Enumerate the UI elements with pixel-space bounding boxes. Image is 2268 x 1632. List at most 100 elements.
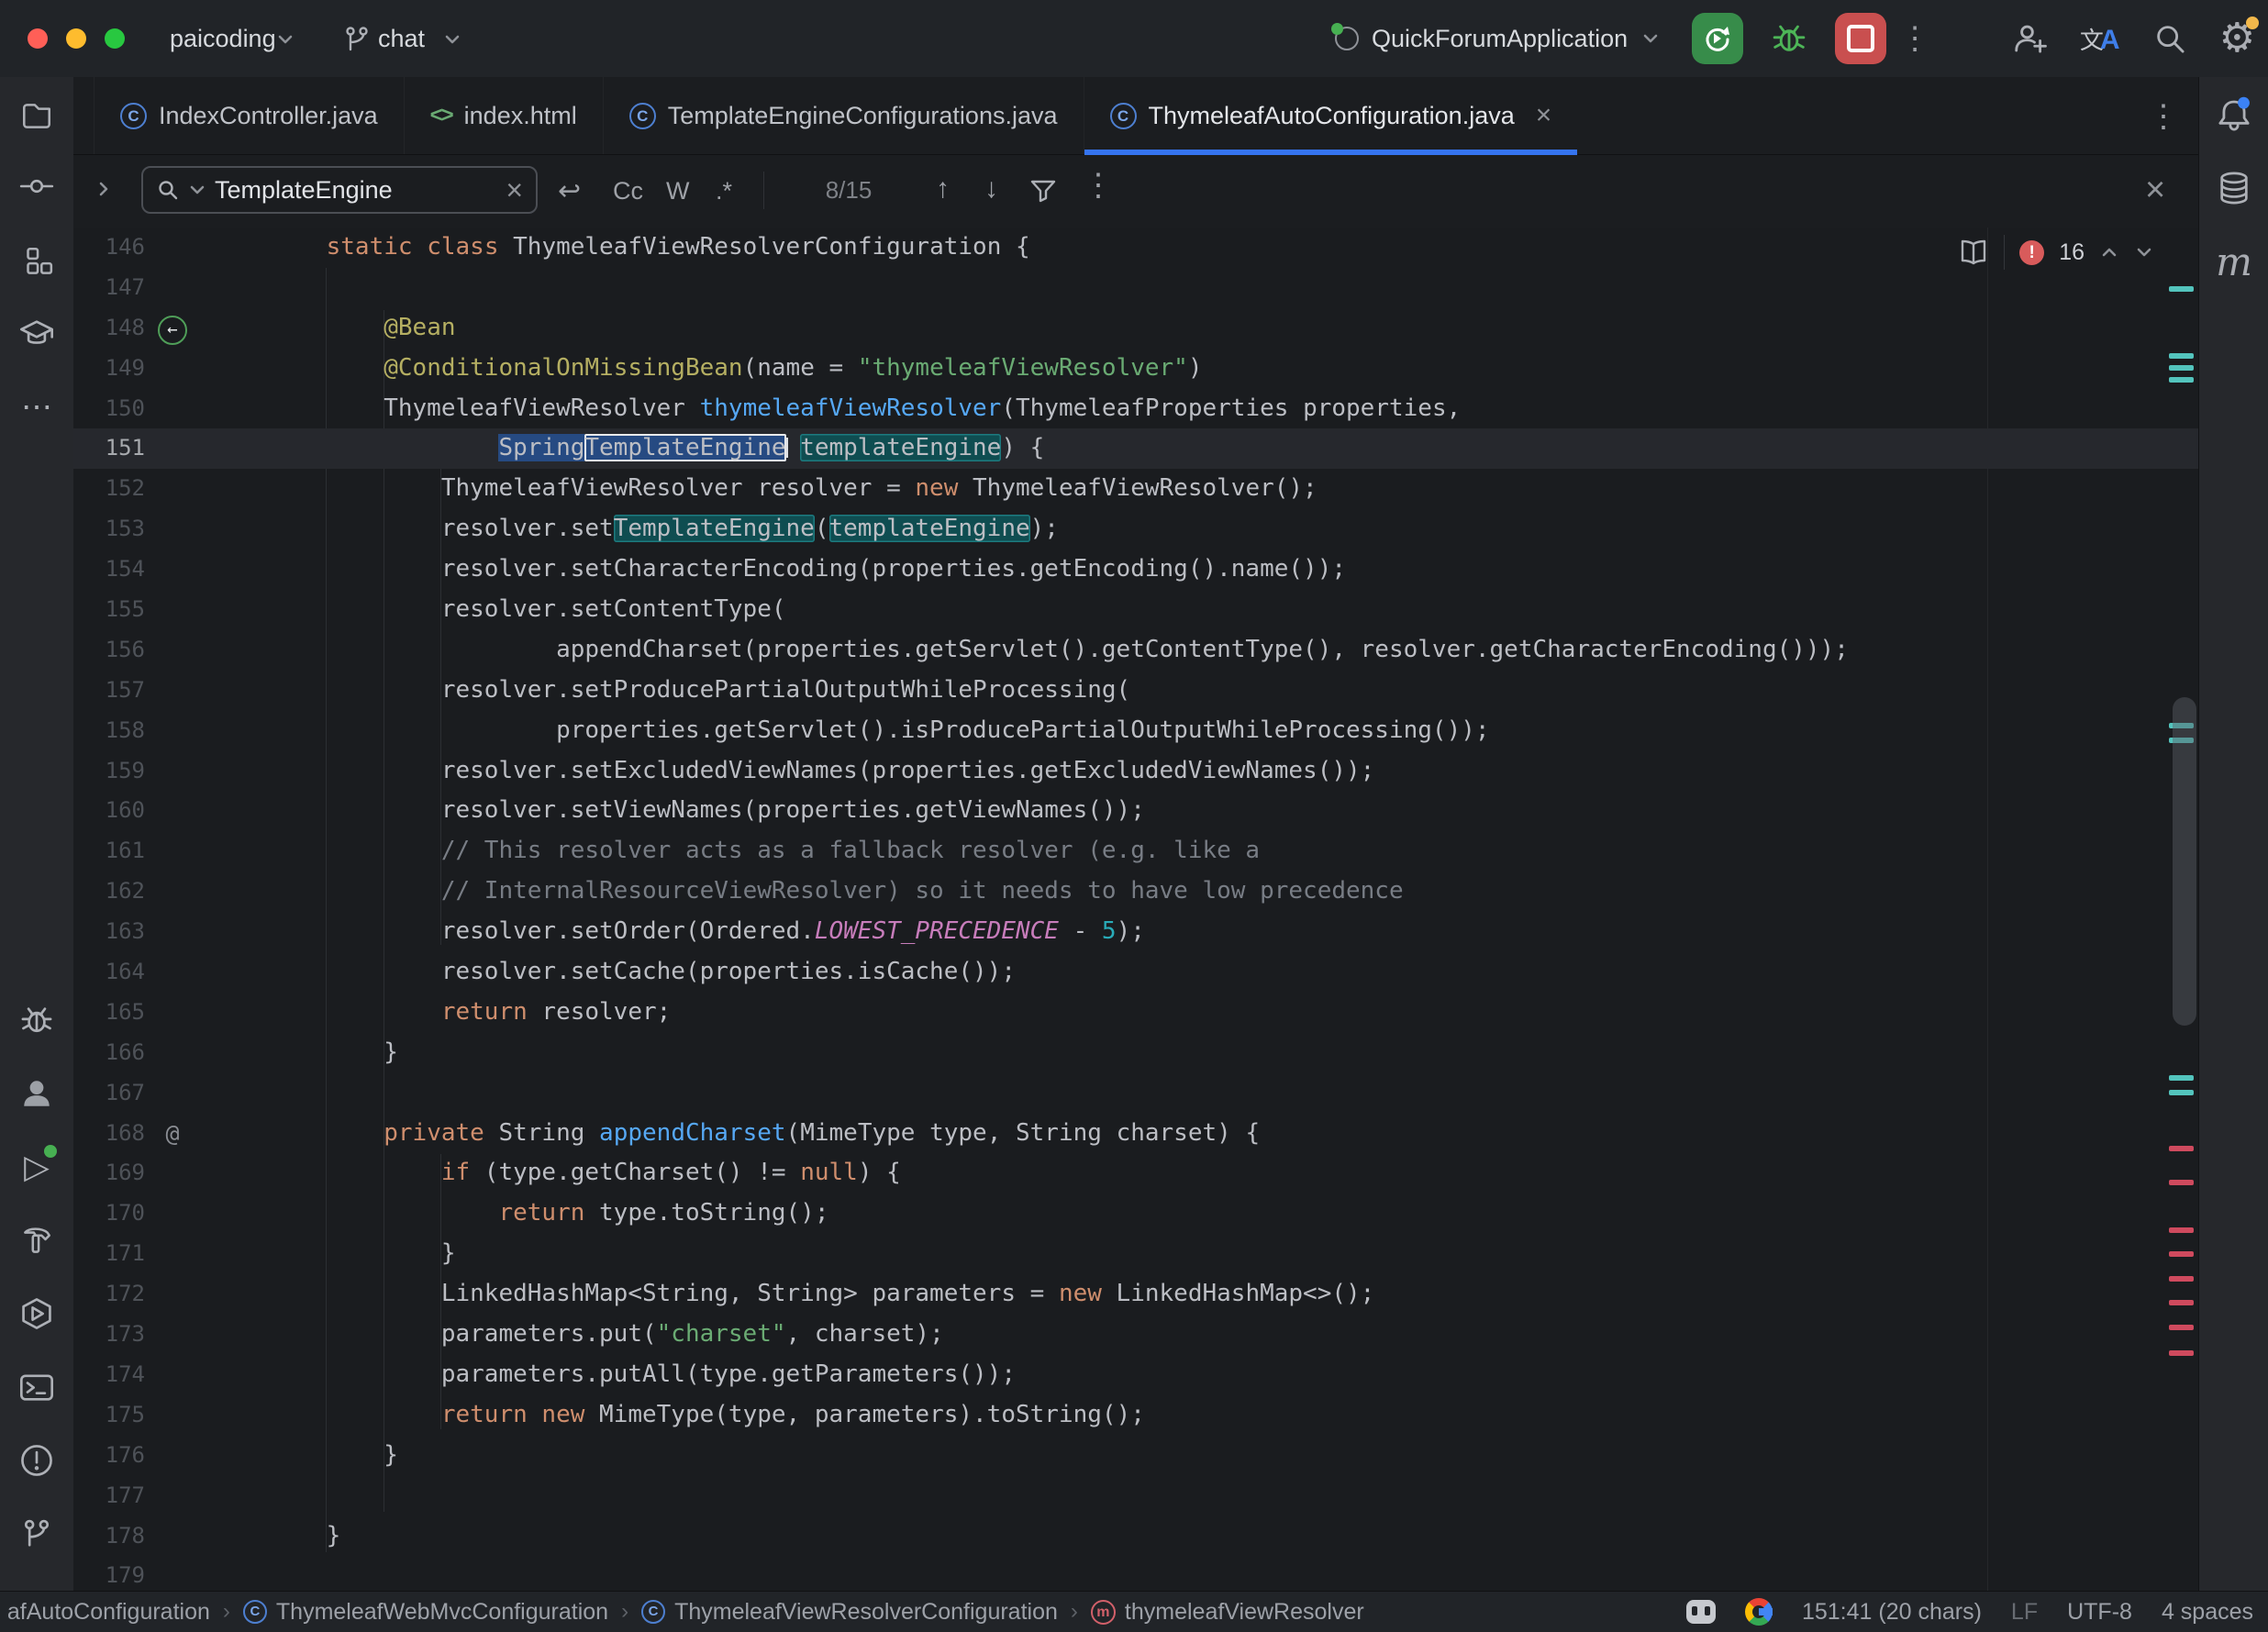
code-line[interactable]: 155 resolver.setContentType( bbox=[73, 590, 2198, 630]
code-text[interactable]: resolver.setProducePartialOutputWhilePro… bbox=[269, 671, 1130, 711]
code-line[interactable]: 161 // This resolver acts as a fallback … bbox=[73, 831, 2198, 872]
search-history-chevron-icon[interactable] bbox=[187, 180, 207, 200]
stripe-mark-teal[interactable] bbox=[2169, 1090, 2194, 1095]
line-number[interactable]: 164 bbox=[73, 952, 145, 993]
code-line[interactable]: 149 @ConditionalOnMissingBean(name = "th… bbox=[73, 349, 2198, 389]
line-number[interactable]: 169 bbox=[73, 1153, 145, 1193]
code-with-me-icon[interactable] bbox=[2012, 20, 2049, 57]
code-line[interactable]: 158 properties.getServlet().isProducePar… bbox=[73, 711, 2198, 751]
close-find-bar-icon[interactable]: × bbox=[2145, 175, 2165, 205]
problems-tool-icon[interactable] bbox=[17, 1440, 57, 1481]
code-text[interactable]: ThymeleafViewResolver resolver = new Thy… bbox=[269, 469, 1317, 509]
line-number[interactable]: 152 bbox=[73, 469, 145, 509]
code-text[interactable]: @ConditionalOnMissingBean(name = "thymel… bbox=[269, 349, 1203, 389]
code-text[interactable]: resolver.setContentType( bbox=[269, 590, 786, 630]
code-line[interactable]: 166 } bbox=[73, 1033, 2198, 1073]
reader-mode-book-icon[interactable] bbox=[1958, 237, 1989, 268]
code-line[interactable]: 160 resolver.setViewNames(properties.get… bbox=[73, 791, 2198, 831]
code-text[interactable]: static class ThymeleafViewResolverConfig… bbox=[269, 228, 1030, 268]
tab-indexcontroller[interactable]: C IndexController.java bbox=[94, 77, 405, 154]
code-line[interactable]: 157 resolver.setProducePartialOutputWhil… bbox=[73, 671, 2198, 711]
indent-setting[interactable]: 4 spaces bbox=[2162, 1599, 2253, 1626]
code-line[interactable]: 151 SpringTemplateEngine templateEngine)… bbox=[73, 428, 2198, 469]
scrollbar-thumb[interactable] bbox=[2173, 697, 2196, 1026]
git-tool-icon[interactable] bbox=[17, 1514, 57, 1554]
code-line[interactable]: 171 } bbox=[73, 1234, 2198, 1274]
breadcrumb-item[interactable]: C ThymeleafViewResolverConfiguration bbox=[641, 1599, 1058, 1626]
code-text[interactable]: } bbox=[269, 1234, 456, 1274]
caret-position[interactable]: 151:41 (20 chars) bbox=[1802, 1599, 1982, 1626]
line-number[interactable]: 159 bbox=[73, 751, 145, 792]
next-problem-chevron-icon[interactable] bbox=[2134, 242, 2154, 262]
line-number[interactable]: 177 bbox=[73, 1476, 145, 1516]
code-text[interactable]: // This resolver acts as a fallback reso… bbox=[269, 831, 1260, 872]
code-text[interactable]: LinkedHashMap<String, String> parameters… bbox=[269, 1274, 1374, 1315]
close-tab-icon[interactable]: × bbox=[1536, 100, 1552, 131]
code-line[interactable]: 164 resolver.setCache(properties.isCache… bbox=[73, 952, 2198, 993]
clear-search-icon[interactable]: × bbox=[506, 175, 523, 205]
line-number[interactable]: 172 bbox=[73, 1274, 145, 1315]
stripe-mark-red[interactable] bbox=[2169, 1251, 2194, 1257]
line-number[interactable]: 149 bbox=[73, 349, 145, 389]
maven-tool-icon[interactable]: m bbox=[2214, 241, 2254, 282]
more-run-actions-button[interactable]: ⋮ bbox=[1899, 0, 1930, 77]
stripe-mark-red[interactable] bbox=[2169, 1276, 2194, 1282]
code-text[interactable]: private String appendCharset(MimeType ty… bbox=[269, 1114, 1260, 1154]
stripe-mark-red[interactable] bbox=[2169, 1180, 2194, 1185]
stripe-mark-red[interactable] bbox=[2169, 1350, 2194, 1356]
previous-match-icon[interactable]: ↑ bbox=[936, 173, 950, 205]
project-tool-icon[interactable] bbox=[17, 95, 57, 136]
line-number[interactable]: 165 bbox=[73, 993, 145, 1033]
code-line[interactable]: 172 LinkedHashMap<String, String> parame… bbox=[73, 1274, 2198, 1315]
code-text[interactable]: } bbox=[269, 1436, 398, 1476]
code-text[interactable]: properties.getServlet().isProducePartial… bbox=[269, 711, 1490, 751]
line-number[interactable]: 168 bbox=[73, 1114, 145, 1154]
debug-tool-icon[interactable] bbox=[17, 1000, 57, 1040]
code-line[interactable]: 175 return new MimeType(type, parameters… bbox=[73, 1395, 2198, 1436]
code-line[interactable]: 165 return resolver; bbox=[73, 993, 2198, 1033]
code-text[interactable]: ThymeleafViewResolver thymeleafViewResol… bbox=[269, 389, 1461, 429]
code-editor[interactable]: 146 static class ThymeleafViewResolverCo… bbox=[73, 228, 2198, 1591]
code-line[interactable]: 169 if (type.getCharset() != null) { bbox=[73, 1153, 2198, 1193]
code-text[interactable]: } bbox=[269, 1516, 340, 1557]
stripe-mark-red[interactable] bbox=[2169, 1146, 2194, 1151]
line-number[interactable]: 156 bbox=[73, 630, 145, 671]
google-icon[interactable] bbox=[1745, 1598, 1773, 1626]
filter-icon[interactable] bbox=[1028, 175, 1059, 206]
stripe-mark-teal[interactable] bbox=[2169, 286, 2194, 292]
code-text[interactable]: parameters.put("charset", charset); bbox=[269, 1315, 944, 1355]
code-line[interactable]: 162 // InternalResourceViewResolver) so … bbox=[73, 872, 2198, 912]
run-configuration[interactable]: QuickForumApplication ⋮ bbox=[1335, 0, 1930, 77]
settings-gear-icon[interactable]: ⚙ bbox=[2219, 18, 2255, 59]
search-input[interactable]: TemplateEngine × bbox=[141, 166, 538, 214]
line-number[interactable]: 178 bbox=[73, 1516, 145, 1557]
code-line[interactable]: 154 resolver.setCharacterEncoding(proper… bbox=[73, 550, 2198, 590]
file-encoding[interactable]: UTF-8 bbox=[2067, 1599, 2132, 1626]
code-line[interactable]: 168@ private String appendCharset(MimeTy… bbox=[73, 1114, 2198, 1154]
code-text[interactable]: resolver.setCharacterEncoding(properties… bbox=[269, 550, 1346, 590]
code-text[interactable]: // InternalResourceViewResolver) so it n… bbox=[269, 872, 1404, 912]
maximize-window-button[interactable] bbox=[105, 28, 125, 49]
code-text[interactable]: SpringTemplateEngine templateEngine) { bbox=[269, 428, 1044, 469]
learn-tool-icon[interactable] bbox=[17, 314, 57, 354]
code-line[interactable]: 152 ThymeleafViewResolver resolver = new… bbox=[73, 469, 2198, 509]
code-line[interactable]: 179 bbox=[73, 1556, 2198, 1591]
line-number[interactable]: 160 bbox=[73, 791, 145, 831]
terminal-tool-icon[interactable] bbox=[17, 1367, 57, 1407]
more-find-options-icon[interactable]: ⋮ bbox=[1083, 150, 1114, 222]
line-separator[interactable]: LF bbox=[2011, 1599, 2038, 1626]
build-tool-icon[interactable] bbox=[17, 1220, 57, 1260]
line-number[interactable]: 174 bbox=[73, 1355, 145, 1395]
spring-bean-gutter-icon[interactable]: ← bbox=[158, 316, 187, 345]
stripe-mark-teal[interactable] bbox=[2169, 365, 2194, 371]
line-number[interactable]: 158 bbox=[73, 711, 145, 751]
breadcrumb-item[interactable]: C ThymeleafWebMvcConfiguration bbox=[243, 1599, 608, 1626]
minimize-window-button[interactable] bbox=[66, 28, 86, 49]
code-line[interactable]: 156 appendCharset(properties.getServlet(… bbox=[73, 630, 2198, 671]
code-text[interactable]: } bbox=[269, 1033, 398, 1073]
code-line[interactable]: 147 bbox=[73, 268, 2198, 308]
code-line[interactable]: 176 } bbox=[73, 1436, 2198, 1476]
code-line[interactable]: 167 bbox=[73, 1073, 2198, 1114]
code-line[interactable]: 159 resolver.setExcludedViewNames(proper… bbox=[73, 751, 2198, 792]
stripe-mark-teal[interactable] bbox=[2169, 353, 2194, 359]
